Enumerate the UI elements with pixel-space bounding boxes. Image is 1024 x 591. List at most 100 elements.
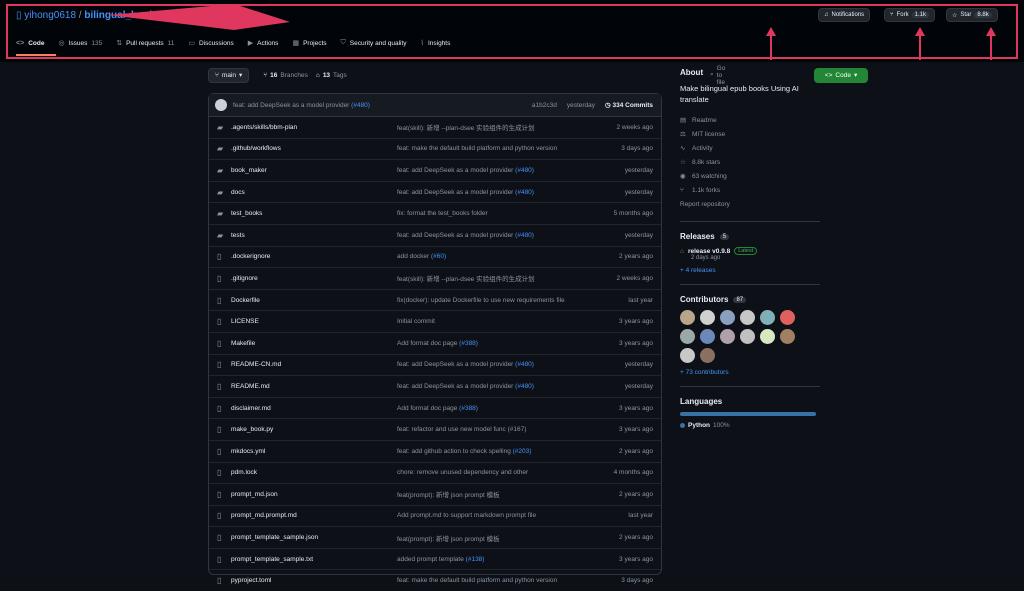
file-name[interactable]: README.md (231, 383, 270, 390)
file-commit-message[interactable]: fix(docker): update Dockerfile to use ne… (397, 297, 602, 304)
contributor-avatar[interactable] (760, 310, 775, 325)
file-name[interactable]: README-CN.md (231, 361, 281, 368)
latest-commit-pr-link[interactable]: (#480) (351, 102, 370, 109)
file-row[interactable]: ▯ prompt_template_sample.json feat(prompt)… (209, 526, 661, 548)
file-row[interactable]: ▯ README.md feat: add DeepSeek as a model … (209, 375, 661, 397)
contributor-avatar[interactable] (680, 329, 695, 344)
file-commit-message[interactable]: added prompt template (#138) (397, 556, 602, 563)
file-commit-pr[interactable]: (#480) (515, 361, 534, 368)
file-name[interactable]: LICENSE (231, 318, 259, 325)
branches-link[interactable]: ⑂ 16 Branches (263, 72, 308, 79)
file-commit-pr[interactable]: (#388) (459, 405, 478, 412)
file-name[interactable]: prompt_md.json (231, 491, 278, 498)
contributor-avatar[interactable] (720, 310, 735, 325)
about-item[interactable]: ☆ 8.8k stars (680, 155, 820, 169)
contributor-avatar[interactable] (780, 329, 795, 344)
file-commit-message[interactable]: add docker (#60) (397, 253, 602, 260)
file-row[interactable]: ▯ prompt_template_sample.txt added prompt … (209, 547, 661, 570)
tags-link[interactable]: ⌂ 13 Tags (316, 72, 347, 79)
file-commit-message[interactable]: feat(prompt): 新增 json prompt 模板 (397, 533, 602, 543)
latest-release[interactable]: ⌂ release v0.9.8 Latest (680, 247, 820, 255)
contributor-avatar[interactable] (700, 348, 715, 363)
file-name[interactable]: prompt_template_sample.txt (231, 556, 313, 563)
file-commit-message[interactable]: feat: add DeepSeek as a model provider (… (397, 361, 602, 368)
file-commit-pr[interactable]: (#138) (466, 556, 485, 563)
contributor-avatar[interactable] (780, 310, 795, 325)
file-name[interactable]: test_books (231, 210, 262, 217)
file-row[interactable]: ▰ .github/workflows feat: make the default… (209, 137, 661, 160)
file-row[interactable]: ▯ pdm.lock chore: remove unused dependency… (209, 461, 661, 484)
file-commit-message[interactable]: feat: refactor and use new model func (#… (397, 426, 602, 433)
file-name[interactable]: .agents/skills/bbm-plan (231, 124, 297, 131)
contributor-avatar[interactable] (700, 329, 715, 344)
file-row[interactable]: ▯ LICENSE Initial commit 3 years ago (209, 310, 661, 332)
more-contributors-link[interactable]: + 73 contributors (680, 369, 820, 376)
file-name[interactable]: book_maker (231, 167, 267, 174)
file-commit-pr[interactable]: (#480) (515, 167, 534, 174)
file-row[interactable]: ▯ prompt_md.prompt.md Add prompt.md to sup… (209, 504, 661, 527)
file-name[interactable]: pdm.lock (231, 469, 257, 476)
file-name[interactable]: prompt_md.prompt.md (231, 512, 297, 519)
file-commit-pr[interactable]: (#480) (515, 232, 534, 239)
file-name[interactable]: disclaimer.md (231, 405, 271, 412)
file-row[interactable]: ▯ .dockerignore add docker (#60) 2 years ag… (209, 245, 661, 268)
about-item[interactable]: ⚖ MIT license (680, 127, 820, 141)
file-commit-message[interactable]: feat: add DeepSeek as a model provider (… (397, 189, 602, 196)
file-commit-message[interactable]: Add prompt.md to support markdown prompt… (397, 512, 602, 519)
file-commit-message[interactable]: feat: make the default build platform an… (397, 577, 602, 584)
file-name[interactable]: Dockerfile (231, 297, 260, 304)
file-commit-message[interactable]: chore: remove unused dependency and othe… (397, 469, 602, 476)
file-row[interactable]: ▰ test_books fix: format the test_books fo… (209, 202, 661, 224)
file-commit-pr[interactable]: (#60) (431, 253, 446, 260)
file-commit-message[interactable]: feat: add github action to check spellin… (397, 448, 602, 455)
file-commit-pr[interactable]: (#480) (515, 189, 534, 196)
contributor-avatar[interactable] (700, 310, 715, 325)
about-item[interactable]: ▤ Readme (680, 113, 820, 127)
contributor-avatar[interactable] (740, 310, 755, 325)
file-commit-message[interactable]: fix: format the test_books folder (397, 210, 602, 217)
file-commit-pr[interactable]: (#388) (459, 340, 478, 347)
contributor-avatar[interactable] (680, 310, 695, 325)
file-row[interactable]: ▯ disclaimer.md Add format doc page (#388)… (209, 396, 661, 419)
file-commit-message[interactable]: feat: add DeepSeek as a model provider (… (397, 232, 602, 239)
file-name[interactable]: .github/workflows (231, 145, 281, 152)
file-commit-message[interactable]: feat: add DeepSeek as a model provider (… (397, 383, 602, 390)
releases-heading[interactable]: Releases 5 (680, 232, 820, 241)
contributor-avatar[interactable] (760, 329, 775, 344)
file-commit-pr[interactable]: (#203) (513, 448, 532, 455)
contributor-avatar[interactable] (740, 329, 755, 344)
contributor-avatar[interactable] (720, 329, 735, 344)
file-row[interactable]: ▰ tests feat: add DeepSeek as a model prov… (209, 223, 661, 246)
contributor-avatar[interactable] (680, 348, 695, 363)
file-name[interactable]: .dockerignore (231, 253, 270, 260)
file-row[interactable]: ▯ mkdocs.yml feat: add github action to ch… (209, 439, 661, 462)
file-row[interactable]: ▯ Dockerfile fix(docker): update Dockerfil… (209, 288, 661, 311)
file-commit-message[interactable]: feat: make the default build platform an… (397, 145, 602, 152)
about-item[interactable]: ∿ Activity (680, 141, 820, 155)
contributors-heading[interactable]: Contributors 87 (680, 295, 820, 304)
commit-hash[interactable]: a1b2c3d (532, 102, 557, 109)
file-row[interactable]: ▰ book_maker feat: add DeepSeek as a model… (209, 159, 661, 181)
file-commit-message[interactable]: Initial commit (397, 318, 602, 325)
file-name[interactable]: tests (231, 232, 245, 239)
file-commit-message[interactable]: feat(skill): 新增 --plan-dsee 实验组件的生成计划 (397, 122, 602, 132)
about-item[interactable]: ⑂ 1.1k forks (680, 183, 820, 197)
file-row[interactable]: ▯ README-CN.md feat: add DeepSeek as a mod… (209, 353, 661, 376)
file-row[interactable]: ▰ .agents/skills/bbm-plan feat(skill): 新增 … (209, 117, 661, 138)
branch-select[interactable]: ⑂ main ▾ (208, 67, 250, 83)
file-name[interactable]: docs (231, 189, 245, 196)
file-commit-message[interactable]: feat(prompt): 新增 json prompt 模板 (397, 489, 602, 499)
language-item[interactable]: Python 100% (680, 422, 820, 429)
file-name[interactable]: pyproject.toml (231, 577, 271, 584)
file-name[interactable]: Makefile (231, 340, 255, 347)
more-releases-link[interactable]: + 4 releases (680, 267, 820, 274)
file-row[interactable]: ▯ .gitignore feat(skill): 新增 --plan-dsee 实… (209, 267, 661, 289)
file-commit-pr[interactable]: (#480) (515, 383, 534, 390)
file-commit-message[interactable]: Add format doc page (#388) (397, 405, 602, 412)
file-name[interactable]: mkdocs.yml (231, 448, 265, 455)
avatar[interactable] (215, 99, 227, 111)
file-commit-message[interactable]: Add format doc page (#388) (397, 340, 602, 347)
file-commit-message[interactable]: feat(skill): 新增 --plan-dsee 实验组件的生成计划 (397, 273, 602, 283)
file-commit-message[interactable]: feat: add DeepSeek as a model provider (… (397, 167, 602, 174)
code-button[interactable]: <> Code ▾ (814, 67, 868, 83)
